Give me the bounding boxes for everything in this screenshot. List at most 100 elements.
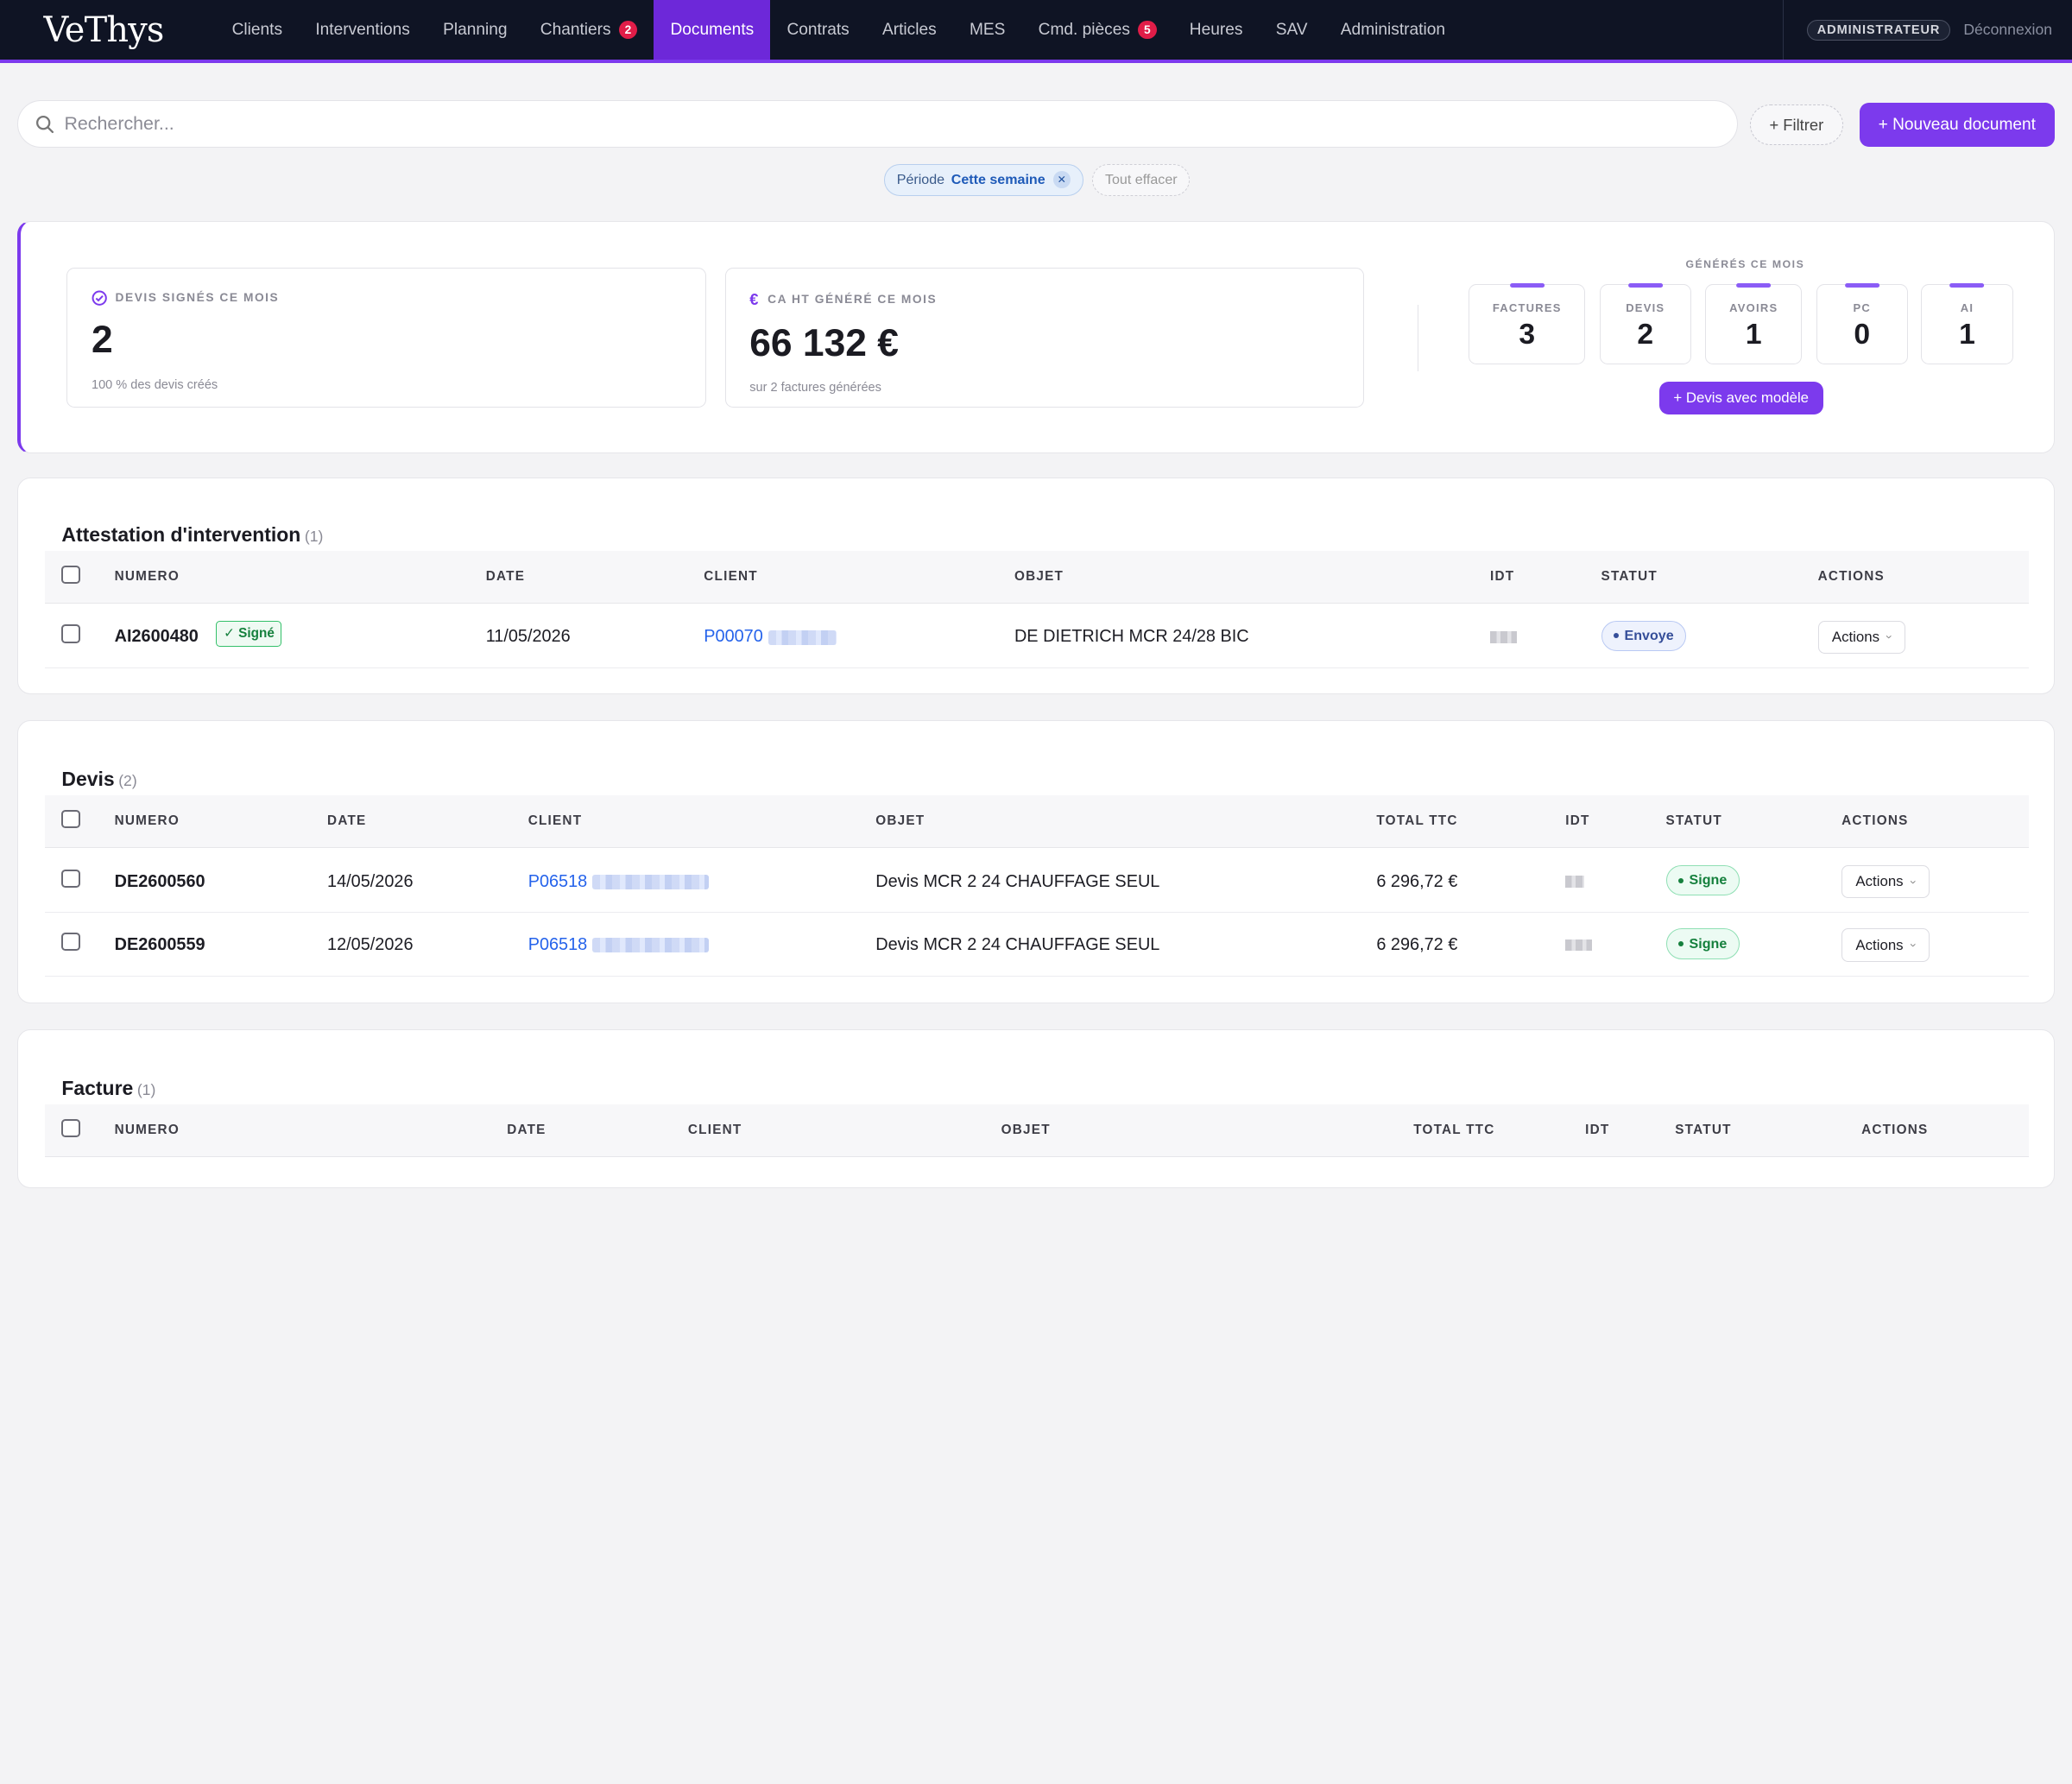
column-header[interactable]: NUMERO (115, 813, 180, 829)
nav-administration[interactable]: Administration (1324, 0, 1462, 60)
objet-cell: DE DIETRICH MCR 24/28 BIC (1014, 627, 1249, 647)
check-circle-icon (92, 290, 107, 306)
signed-tag: ✓ Signé (216, 620, 282, 647)
column-header[interactable]: OBJET (1014, 569, 1064, 585)
row-checkbox[interactable] (61, 869, 80, 888)
nav-label: Heures (1189, 20, 1243, 39)
app-logo[interactable]: VeThys (0, 0, 199, 60)
close-icon[interactable]: ✕ (1052, 171, 1071, 189)
clear-all-button[interactable]: Tout effacer (1092, 163, 1191, 196)
kpi-subtext: 100 % des devis créés (92, 377, 218, 392)
kpi-label-row: € CA HT GÉNÉRÉ CE MOIS (749, 290, 1340, 309)
generated-pc[interactable]: PC 0 (1816, 283, 1908, 364)
date-cell: 12/05/2026 (327, 935, 414, 955)
column-header[interactable]: IDT (1585, 1123, 1609, 1138)
table-header: NUMERO DATE CLIENT OBJET IDT STATUT ACTI… (44, 550, 2030, 604)
column-header[interactable]: TOTAL TTC (1413, 1123, 1494, 1138)
nav-planning[interactable]: Planning (426, 0, 524, 60)
table-row[interactable]: AI2600480 ✓ Signé 11/05/2026 P00070 DE D… (44, 604, 2030, 668)
section-count: (1) (304, 527, 324, 545)
row-checkbox[interactable] (61, 933, 80, 952)
role-badge: ADMINISTRATEUR (1807, 19, 1951, 41)
generated-avoirs[interactable]: AVOIRS 1 (1705, 283, 1803, 364)
generated-factures[interactable]: FACTURES 3 (1469, 283, 1586, 364)
section-count: (1) (136, 1080, 156, 1098)
nav-articles[interactable]: Articles (866, 0, 953, 60)
column-header[interactable]: CLIENT (688, 1123, 742, 1138)
generated-value: 1 (1959, 319, 1975, 351)
generated-label: PC (1853, 301, 1872, 315)
filter-button[interactable]: + Filtrer (1749, 104, 1844, 146)
column-header[interactable]: CLIENT (528, 813, 583, 829)
column-header[interactable]: CLIENT (704, 569, 758, 585)
redacted-client-name (768, 629, 837, 645)
nav-contrats[interactable]: Contrats (770, 0, 866, 60)
generated-label: AI (1960, 301, 1974, 315)
table-row[interactable]: DE2600560 14/05/2026 P06518 Devis MCR 2 … (44, 850, 2030, 914)
column-header[interactable]: ACTIONS (1818, 569, 1885, 585)
devis-model-button[interactable]: + Devis avec modèle (1658, 381, 1823, 415)
chip-value: Cette semaine (951, 171, 1045, 187)
nav-cmd-pieces[interactable]: Cmd. pièces 5 (1022, 0, 1173, 60)
generated-label: AVOIRS (1729, 301, 1778, 315)
new-document-button[interactable]: + Nouveau document (1859, 103, 2056, 147)
search-input[interactable] (64, 113, 1651, 136)
column-header[interactable]: IDT (1565, 813, 1589, 829)
select-all-checkbox[interactable] (61, 809, 80, 829)
actions-dropdown[interactable]: Actions (1841, 864, 1930, 899)
select-all-checkbox[interactable] (61, 1118, 80, 1138)
status-badge: Envoye (1601, 620, 1687, 652)
nav-label: MES (969, 20, 1006, 39)
kpi-value: 2 (92, 319, 113, 362)
column-header[interactable]: STATUT (1675, 1123, 1731, 1138)
column-header[interactable]: ACTIONS (1841, 813, 1908, 829)
column-header[interactable]: NUMERO (115, 1123, 180, 1138)
column-header[interactable]: DATE (486, 569, 525, 585)
column-header[interactable]: OBJET (875, 813, 925, 829)
section-title-text: Devis (61, 767, 115, 790)
date-cell: 11/05/2026 (485, 627, 571, 647)
search-box[interactable] (16, 100, 1738, 149)
logout-link[interactable]: Déconnexion (1963, 21, 2052, 39)
nav-documents[interactable]: Documents (654, 0, 771, 60)
numero-cell[interactable]: DE2600559 (115, 935, 205, 955)
nav-clients[interactable]: Clients (215, 0, 299, 60)
top-navigation-bar: VeThys Clients Interventions Planning Ch… (0, 0, 2072, 64)
total-cell: 6 296,72 € (1376, 935, 1458, 955)
generated-title: GÉNÉRÉS CE MOIS (1685, 258, 1805, 271)
column-header[interactable]: OBJET (1001, 1123, 1051, 1138)
nav-interventions[interactable]: Interventions (299, 0, 426, 60)
actions-dropdown[interactable]: Actions (1841, 928, 1930, 962)
numero-cell[interactable]: AI2600480 (115, 627, 199, 647)
nav-mes[interactable]: MES (953, 0, 1022, 60)
attestation-section: Attestation d'intervention (1) NUMERO DAT… (16, 477, 2056, 694)
nav-label: Administration (1340, 20, 1445, 39)
section-title: Facture (1) (61, 1077, 155, 1100)
client-code: P06518 (527, 935, 588, 955)
column-header[interactable]: DATE (507, 1123, 546, 1138)
column-header[interactable]: NUMERO (115, 569, 180, 585)
nav-chantiers[interactable]: Chantiers 2 (524, 0, 654, 60)
table-row[interactable]: DE2600559 12/05/2026 P06518 Devis MCR 2 … (44, 913, 2030, 977)
numero-cell[interactable]: DE2600560 (115, 872, 205, 892)
client-link[interactable]: P06518 (527, 935, 710, 955)
redacted-client-name (592, 874, 710, 889)
select-all-checkbox[interactable] (61, 565, 80, 584)
active-filters: Période Cette semaine ✕ Tout effacer (883, 163, 1191, 196)
column-header[interactable]: IDT (1490, 569, 1514, 585)
client-link[interactable]: P06518 (528, 872, 710, 892)
column-header[interactable]: ACTIONS (1861, 1123, 1928, 1138)
nav-heures[interactable]: Heures (1173, 0, 1260, 60)
generated-ai[interactable]: AI 1 (1920, 283, 2014, 364)
actions-dropdown[interactable]: Actions (1817, 620, 1906, 655)
column-header[interactable]: TOTAL TTC (1376, 813, 1457, 829)
column-header[interactable]: STATUT (1601, 569, 1658, 585)
nav-sav[interactable]: SAV (1260, 0, 1324, 60)
generated-devis[interactable]: DEVIS 2 (1599, 283, 1691, 364)
nav-label: Chantiers (540, 20, 611, 39)
client-link[interactable]: P00070 (704, 627, 837, 647)
column-header[interactable]: DATE (327, 813, 366, 829)
row-checkbox[interactable] (61, 624, 80, 643)
column-header[interactable]: STATUT (1666, 813, 1722, 829)
period-filter-chip[interactable]: Période Cette semaine ✕ (883, 163, 1083, 196)
